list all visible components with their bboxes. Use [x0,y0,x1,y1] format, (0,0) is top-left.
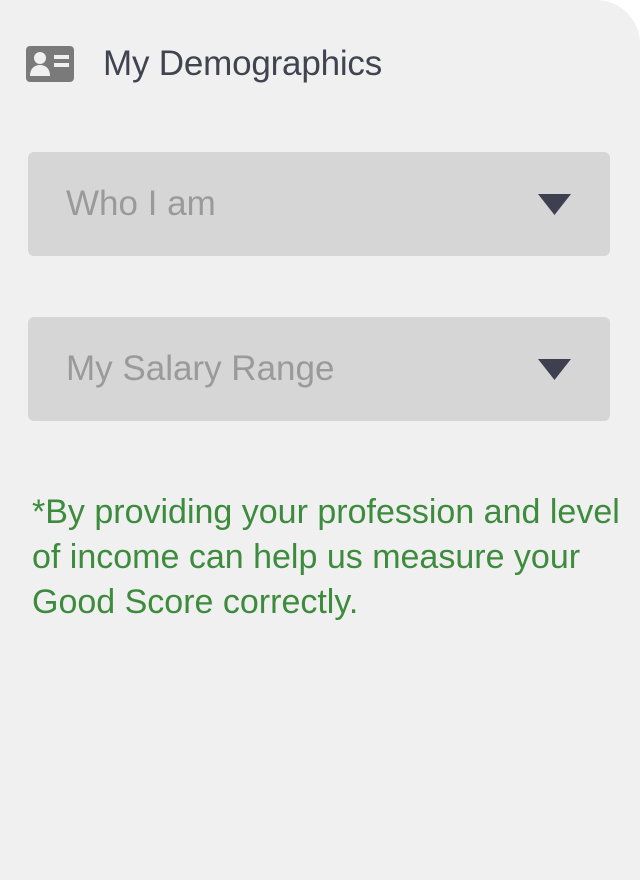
who-i-am-placeholder: Who I am [66,184,216,223]
who-i-am-select[interactable]: Who I am [28,152,610,256]
salary-range-select[interactable]: My Salary Range [28,317,610,421]
disclaimer-note: *By providing your profession and level … [32,493,620,621]
chevron-down-icon [538,194,571,215]
page-title: My Demographics [103,44,383,83]
salary-range-placeholder: My Salary Range [66,349,335,388]
section-header: My Demographics [26,40,382,88]
id-card-icon [26,46,74,82]
demographics-panel: My Demographics Who I am My Salary Range… [0,0,640,880]
chevron-down-icon [538,359,571,380]
